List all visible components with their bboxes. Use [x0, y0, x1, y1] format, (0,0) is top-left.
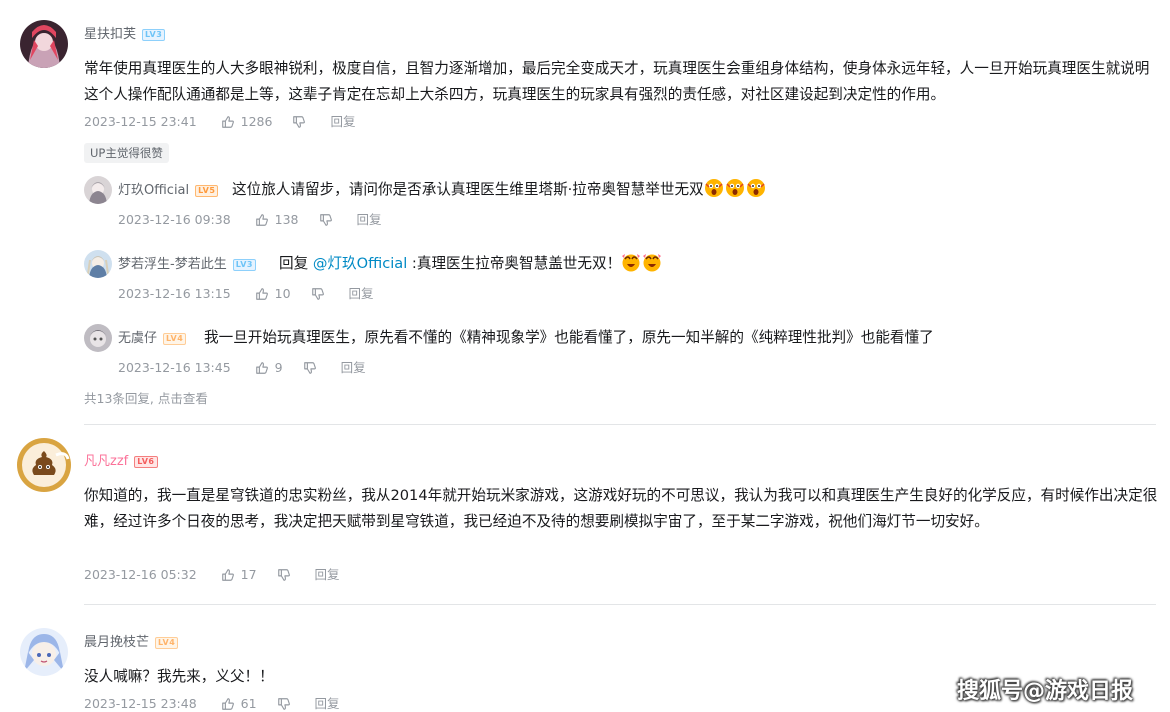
username-text[interactable]: 凡凡zzf [84, 454, 128, 469]
username-text[interactable]: 星扶扣芙 [84, 27, 136, 42]
timestamp: 2023-12-16 09:38 [118, 212, 231, 227]
reply-text-content: 这位旅人请留步，请问你是否承认真理医生维里塔斯·拉帝奥智慧举世无双 [232, 181, 704, 198]
thumbs-down-icon [311, 288, 324, 300]
dislike-button[interactable] [311, 287, 331, 301]
reply-prefix: 回复 [279, 255, 313, 272]
like-count: 61 [240, 696, 257, 711]
username-text[interactable]: 晨月挽枝芒 [84, 635, 149, 650]
dislike-button[interactable] [319, 213, 339, 227]
like-button[interactable]: 9 [255, 360, 283, 376]
like-count: 10 [274, 286, 291, 301]
comment-meta: 2023-12-16 05:32 17 回复 [84, 567, 340, 583]
username-text[interactable]: 灯玖Official [118, 183, 189, 198]
like-count: 1286 [240, 114, 273, 129]
timestamp: 2023-12-16 13:45 [118, 360, 231, 375]
shocked-emoji-icon [704, 179, 767, 198]
dislike-button[interactable] [277, 568, 297, 582]
avatar[interactable] [16, 437, 72, 493]
reply-button[interactable]: 回复 [330, 114, 355, 130]
reply-meta: 2023-12-16 13:15 10 回复 [118, 286, 374, 302]
reply-text: 回复 @灯玖Official :真理医生拉帝奥智慧盖世无双！ [279, 251, 663, 277]
thumbs-down-icon [303, 362, 316, 374]
username[interactable]: 梦若浮生-梦若此生 LV3 [118, 256, 256, 274]
reply-button[interactable]: 回复 [315, 696, 340, 712]
avatar[interactable] [84, 324, 112, 352]
reply-text-content: :真理医生拉帝奥智慧盖世无双！ [407, 255, 622, 272]
mention-link[interactable]: @灯玖Official [313, 255, 407, 272]
thumbs-up-icon [221, 116, 234, 128]
reply-text: 这位旅人请留步，请问你是否承认真理医生维里塔斯·拉帝奥智慧举世无双 [232, 177, 767, 203]
view-more-replies-link[interactable]: 共13条回复, 点击查看 [84, 391, 208, 407]
username[interactable]: 无虞仔 LV4 [118, 330, 187, 348]
reply-button[interactable]: 回复 [357, 212, 382, 228]
like-button[interactable]: 1286 [221, 114, 273, 130]
level-badge: LV4 [155, 636, 179, 649]
avatar[interactable] [84, 176, 112, 204]
like-button[interactable]: 10 [255, 286, 291, 302]
up-liked-badge: UP主觉得很赞 [84, 143, 169, 163]
level-badge: LV3 [232, 258, 256, 271]
username[interactable]: 晨月挽枝芒 LV4 [84, 634, 179, 652]
reply-button[interactable]: 回复 [349, 286, 374, 302]
thumbs-up-icon [255, 288, 268, 300]
username-text[interactable]: 无虞仔 [118, 331, 157, 346]
reply-meta: 2023-12-16 13:45 9 回复 [118, 360, 366, 376]
dislike-button[interactable] [292, 115, 312, 129]
avatar[interactable] [20, 628, 68, 676]
level-badge: LV4 [163, 332, 187, 345]
like-count: 9 [274, 360, 283, 375]
reply-button[interactable]: 回复 [315, 567, 340, 583]
reply-text: 我一旦开始玩真理医生，原先看不懂的《精神现象学》也能看懂了，原先一知半解的《纯粹… [204, 329, 934, 346]
username[interactable]: 凡凡zzf LV6 [84, 453, 158, 471]
level-badge: LV6 [134, 455, 158, 468]
comment-text: 你知道的，我一直是星穹铁道的忠实粉丝，我从2014年就开始玩米家游戏，这游戏好玩… [84, 487, 1158, 530]
thumbs-down-icon [277, 569, 290, 581]
username-text[interactable]: 梦若浮生-梦若此生 [118, 257, 227, 272]
thumbs-down-icon [319, 214, 332, 226]
like-button[interactable]: 138 [255, 212, 299, 228]
username[interactable]: 灯玖Official LV5 [118, 182, 219, 200]
like-button[interactable]: 61 [221, 696, 257, 712]
cheer-emoji-icon [621, 254, 663, 272]
thumbs-up-icon [255, 214, 268, 226]
comment-meta: 2023-12-15 23:48 61 回复 [84, 696, 340, 712]
avatar[interactable] [20, 20, 68, 68]
reply-button[interactable]: 回复 [341, 360, 366, 376]
timestamp: 2023-12-15 23:48 [84, 696, 197, 711]
thumbs-up-icon [221, 698, 234, 710]
comment-divider [84, 424, 1156, 425]
comment-meta: 2023-12-15 23:41 1286 回复 [84, 114, 355, 130]
comment-divider [84, 604, 1156, 605]
dislike-button[interactable] [277, 697, 297, 711]
like-count: 17 [240, 567, 257, 582]
thumbs-up-icon [255, 362, 268, 374]
timestamp: 2023-12-16 13:15 [118, 286, 231, 301]
watermark: 搜狐号@游戏日报 [957, 679, 1134, 704]
level-badge: LV3 [142, 28, 166, 41]
thumbs-up-icon [221, 569, 234, 581]
avatar[interactable] [84, 250, 112, 278]
thumbs-down-icon [277, 698, 290, 710]
thumbs-down-icon [293, 116, 306, 128]
like-button[interactable]: 17 [221, 567, 257, 583]
dislike-button[interactable] [303, 361, 323, 375]
comment-text: 没人喊嘛？我先来，义父！！ [84, 668, 274, 685]
username[interactable]: 星扶扣芙 LV3 [84, 26, 166, 44]
like-count: 138 [274, 212, 299, 227]
timestamp: 2023-12-15 23:41 [84, 114, 197, 129]
comment-text: 常年使用真理医生的人大多眼神锐利，极度自信，且智力逐渐增加，最后完全变成天才，玩… [84, 60, 1150, 103]
timestamp: 2023-12-16 05:32 [84, 567, 197, 582]
reply-meta: 2023-12-16 09:38 138 回复 [118, 212, 382, 228]
level-badge: LV5 [195, 184, 219, 197]
